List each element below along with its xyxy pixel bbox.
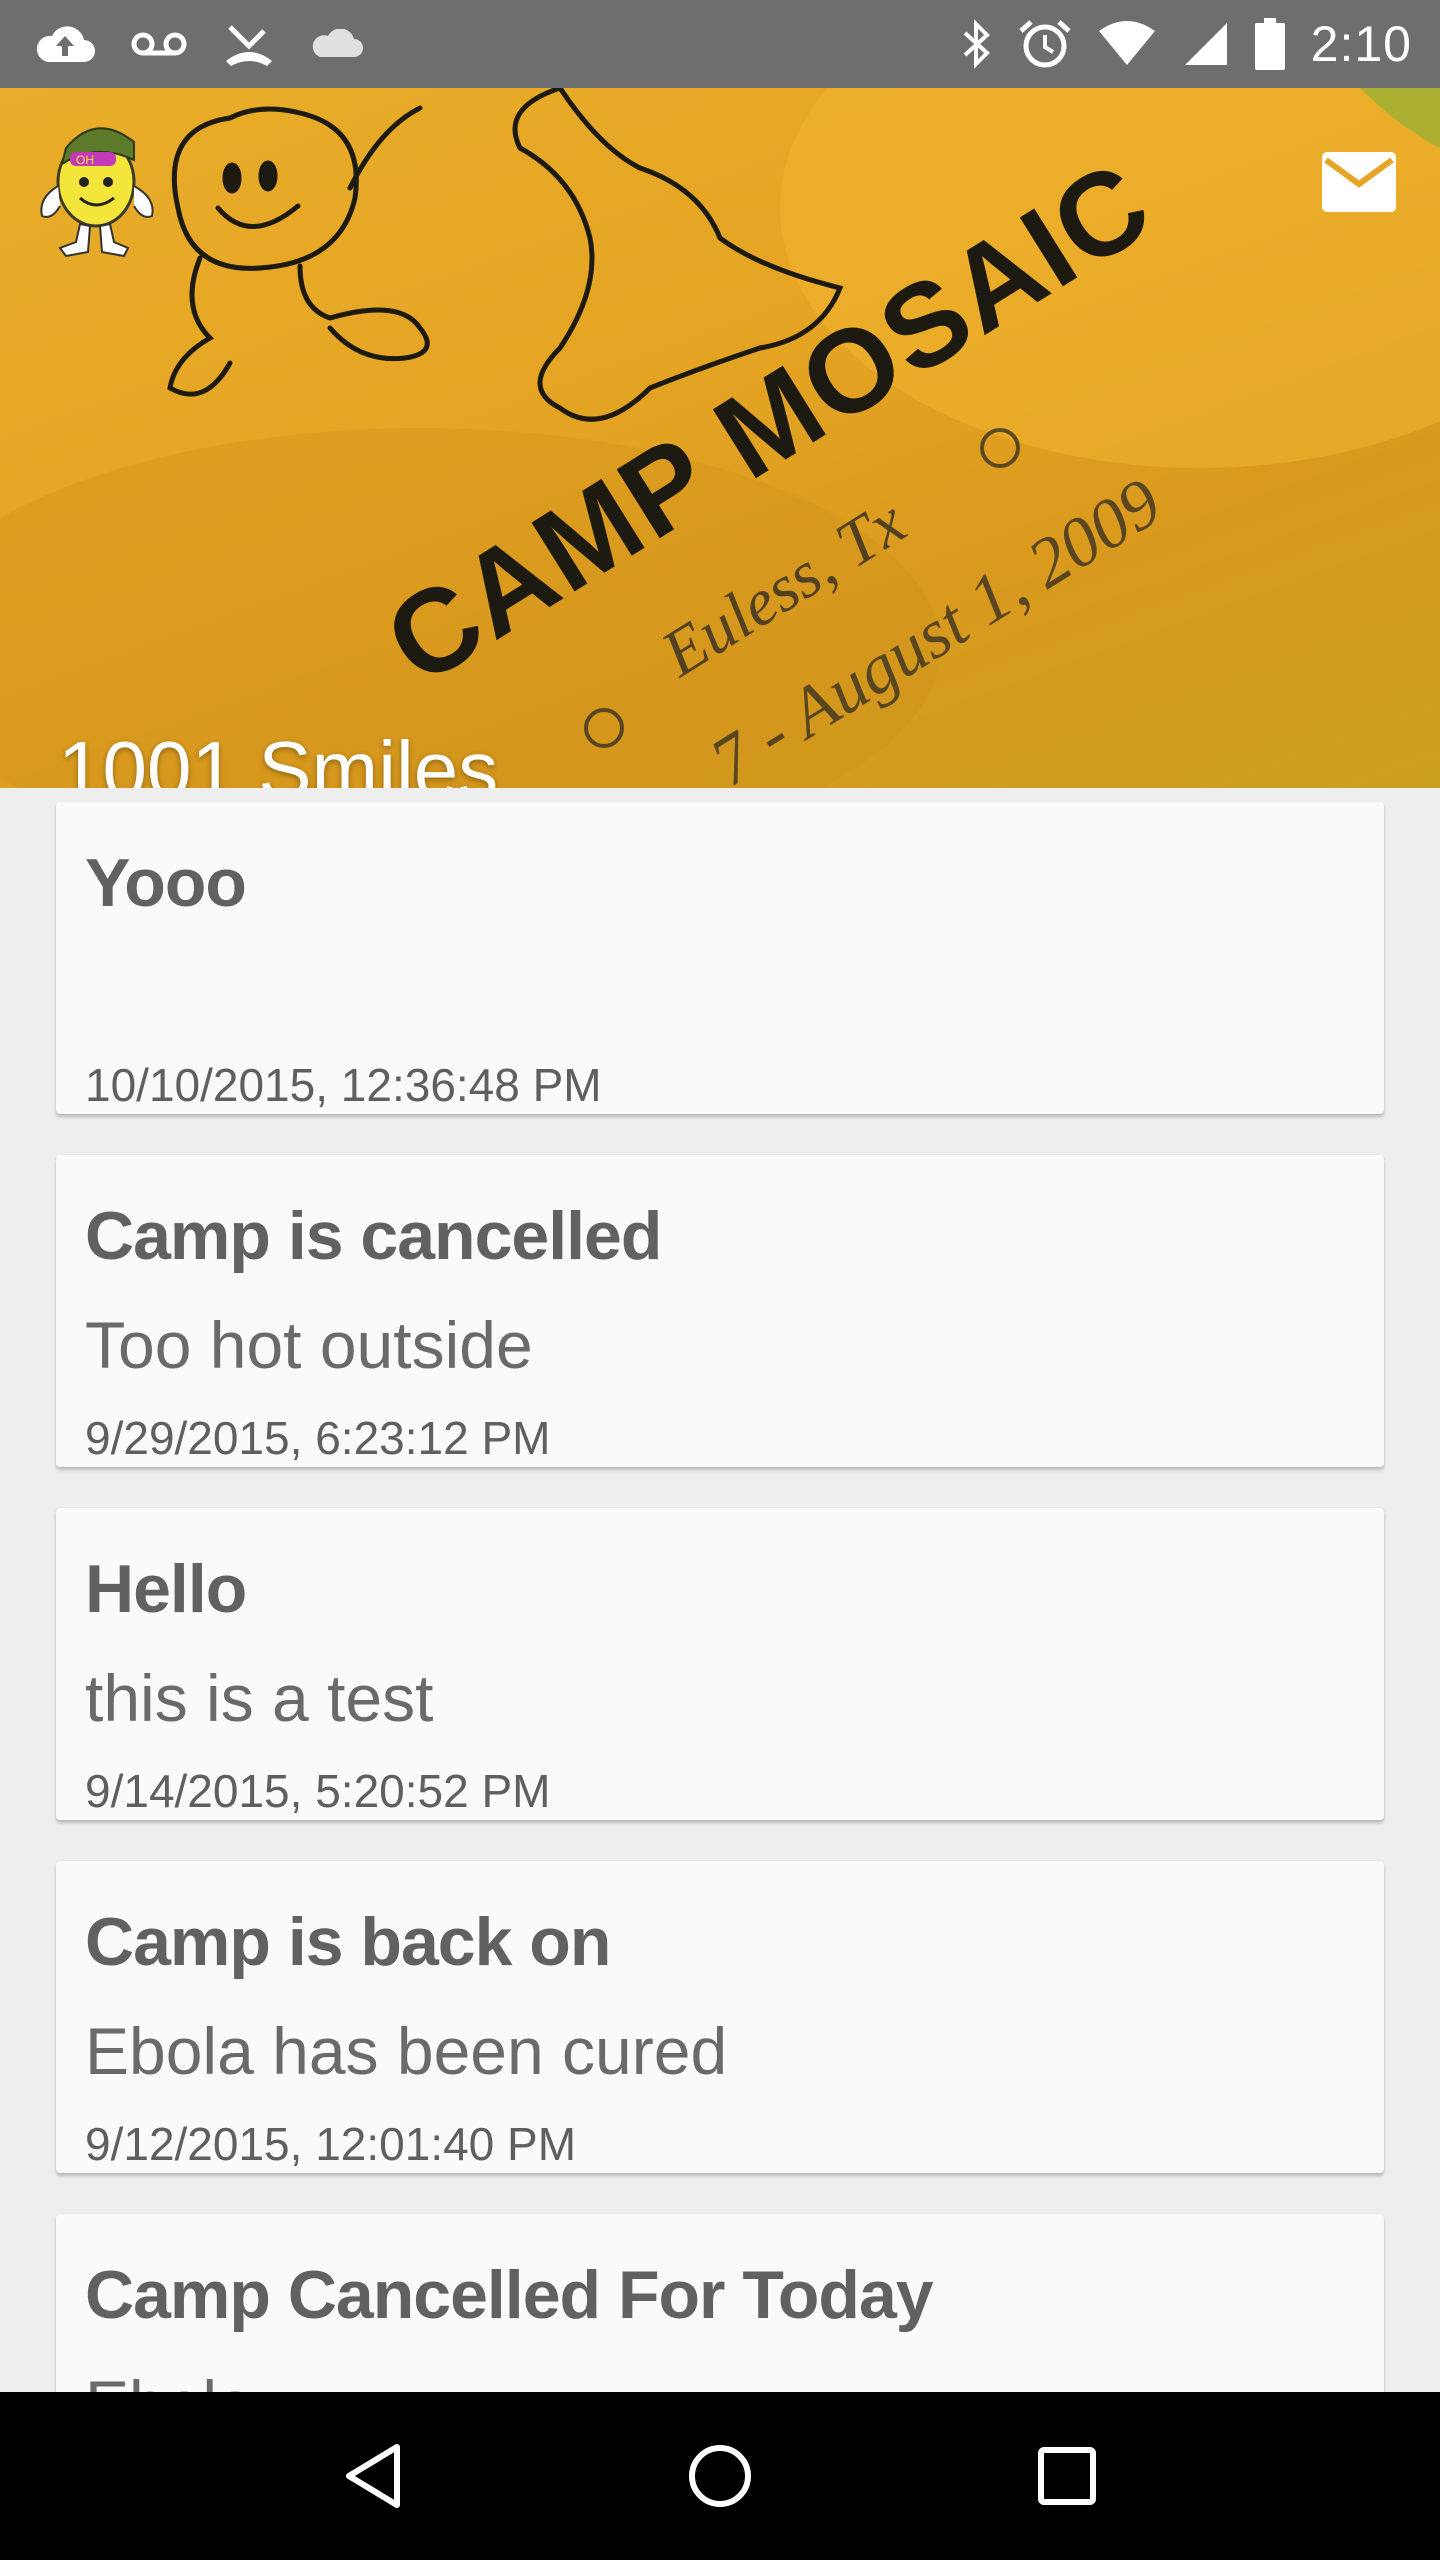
battery-icon — [1254, 18, 1285, 70]
message-list[interactable]: Yooo 10/10/2015, 12:36:48 PM Camp is can… — [0, 788, 1440, 2392]
system-nav-bar — [0, 2392, 1440, 2560]
message-card[interactable]: Hello this is a test 9/14/2015, 5:20:52 … — [56, 1508, 1384, 1820]
missed-call-icon — [222, 21, 276, 67]
message-body: Too hot outside — [85, 1308, 533, 1382]
recents-icon — [1037, 2447, 1096, 2505]
voicemail-icon — [130, 30, 188, 58]
status-bar: 2:10 — [0, 0, 1440, 88]
message-date: 9/12/2015, 12:01:40 PM — [85, 2118, 577, 2170]
svg-text:OH: OH — [76, 153, 94, 167]
header-background-image: CAMP MOSAIC Euless, Tx 7 - August 1, 200… — [0, 88, 1440, 788]
signal-icon — [1183, 21, 1229, 67]
wifi-icon — [1097, 21, 1157, 67]
message-title: Yooo — [85, 845, 247, 921]
clock: 2:10 — [1310, 16, 1412, 72]
message-body: this is a test — [85, 1661, 434, 1735]
cloud-upload-icon — [34, 22, 96, 66]
message-body: Ebola has been cured — [85, 2014, 728, 2088]
mail-icon — [1322, 152, 1396, 212]
home-icon — [688, 2445, 751, 2507]
status-left-icons — [34, 21, 364, 67]
message-body: Ebola — [85, 2366, 254, 2392]
header-banner: CAMP MOSAIC Euless, Tx 7 - August 1, 200… — [0, 88, 1440, 788]
alarm-icon — [1018, 19, 1071, 69]
message-title: Camp Cancelled For Today — [85, 2257, 934, 2333]
recents-button[interactable] — [1007, 2416, 1127, 2536]
message-title: Hello — [85, 1551, 247, 1627]
message-date: 9/14/2015, 5:20:52 PM — [85, 1765, 551, 1817]
message-title: Camp is back on — [85, 1904, 611, 1980]
message-title: Camp is cancelled — [85, 1198, 662, 1274]
status-right-icons: 2:10 — [961, 15, 1412, 73]
message-card[interactable]: Camp Cancelled For Today Ebola — [56, 2214, 1384, 2392]
back-icon — [346, 2444, 401, 2508]
message-date: 9/29/2015, 6:23:12 PM — [85, 1412, 551, 1464]
cloud-icon — [310, 29, 364, 59]
app-logo: OH — [40, 127, 154, 258]
mail-button[interactable] — [1322, 152, 1396, 212]
home-button[interactable] — [660, 2416, 780, 2536]
page-title: 1001 Smiles — [58, 725, 499, 788]
message-date: 10/10/2015, 12:36:48 PM — [85, 1059, 602, 1111]
back-button[interactable] — [313, 2416, 433, 2536]
message-card[interactable]: Yooo 10/10/2015, 12:36:48 PM — [56, 802, 1384, 1114]
message-card[interactable]: Camp is cancelled Too hot outside 9/29/2… — [56, 1155, 1384, 1467]
message-card[interactable]: Camp is back on Ebola has been cured 9/1… — [56, 1861, 1384, 2173]
bluetooth-icon — [961, 19, 993, 69]
